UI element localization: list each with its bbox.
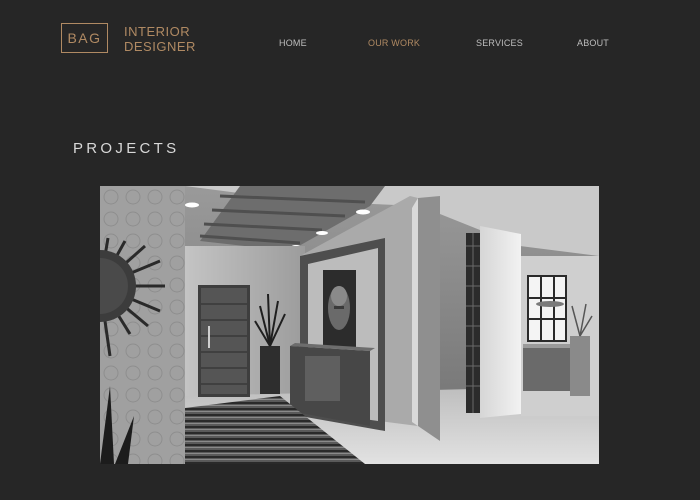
nav-our-work[interactable]: OUR WORK (368, 38, 420, 48)
brand-name[interactable]: INTERIOR DESIGNER (124, 24, 196, 54)
section-title: PROJECTS (73, 140, 180, 157)
logo-mark[interactable]: BAG (61, 23, 108, 53)
logo-mark-text: BAG (67, 30, 102, 46)
nav-home[interactable]: HOME (279, 38, 307, 48)
brand-name-line1: INTERIOR (124, 24, 191, 39)
nav-services[interactable]: SERVICES (476, 38, 523, 48)
nav-about[interactable]: ABOUT (577, 38, 609, 48)
project-image[interactable] (100, 186, 599, 464)
brand-name-line2: DESIGNER (124, 39, 196, 54)
